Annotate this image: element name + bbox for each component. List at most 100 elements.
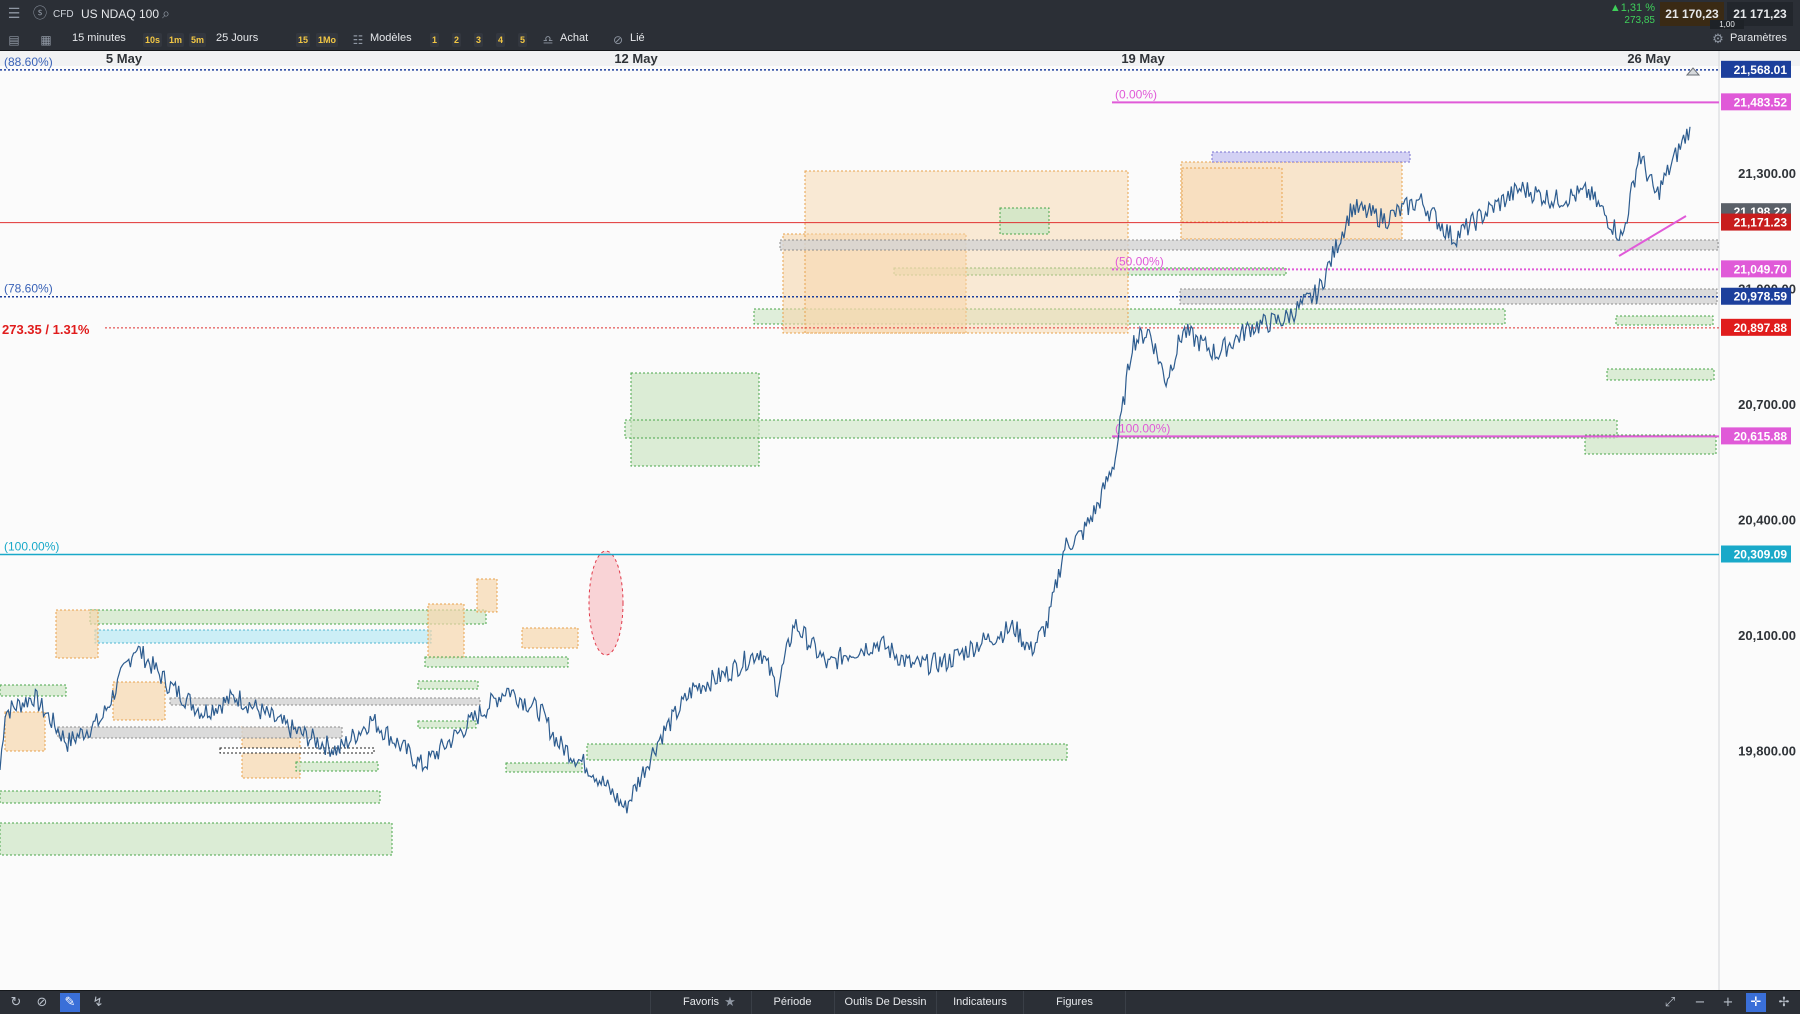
demand-zone[interactable] <box>1606 368 1715 381</box>
instrument-bar: ☰ ⓢ CFD US NDAQ 100 ⌕ ▲1,31 % 273,85 21 … <box>0 0 1800 30</box>
gray-zone[interactable] <box>219 747 375 754</box>
layout-3-button[interactable]: 3 <box>474 33 484 47</box>
buy-price: 21 171,23 <box>1733 7 1787 21</box>
layout-5-button[interactable]: 5 <box>518 33 528 47</box>
refresh-icon[interactable]: ↻ <box>6 993 26 1012</box>
hide-icon[interactable]: ⊘ <box>32 993 52 1012</box>
demand-zone[interactable] <box>586 743 1068 761</box>
demand-zone[interactable] <box>505 762 583 773</box>
tab-indicators[interactable]: Indicateurs <box>937 991 1024 1014</box>
star-icon[interactable]: ★ <box>720 993 740 1012</box>
zoom-out-icon[interactable]: − <box>1690 993 1710 1012</box>
buy-button[interactable]: Achat <box>560 32 588 44</box>
fib-level-label: (100.00%) <box>4 540 59 554</box>
change-annotation: 273.35 / 1.31% <box>2 322 90 337</box>
gray-zone[interactable] <box>57 726 343 739</box>
layout-icon[interactable]: ▦ <box>36 30 56 50</box>
layout-2-button[interactable]: 2 <box>452 33 462 47</box>
demand-zone[interactable] <box>999 207 1050 235</box>
price-axis-tick: 20,400.00 <box>1738 513 1796 528</box>
price-tag: 20,615.88 <box>1734 429 1788 443</box>
price-tag: 21,483.52 <box>1734 95 1788 109</box>
supply-zone[interactable] <box>112 681 166 721</box>
timeframe-1m-button[interactable]: 1m <box>167 33 185 47</box>
expand-icon[interactable]: ⤢ <box>1660 993 1680 1012</box>
bottom-toolbar: ↻ ⊘ ✎ ↯ Favoris ★ Période Outils De Dess… <box>0 990 1800 1014</box>
zoom-in-icon[interactable]: + <box>1718 993 1738 1012</box>
price-tag: 21,568.01 <box>1734 63 1788 77</box>
timeframe-selector[interactable]: 15 minutes <box>72 32 126 44</box>
price-tag: 21,049.70 <box>1734 262 1788 276</box>
supply-zone[interactable] <box>476 578 498 613</box>
period-15-button[interactable]: 15 <box>296 33 311 47</box>
price-tag: 20,897.88 <box>1734 321 1788 335</box>
price-axis-tick: 21,300.00 <box>1738 166 1796 181</box>
date-label-26-may: 26 May <box>1627 51 1671 66</box>
demand-zone[interactable] <box>0 684 67 697</box>
fib-level-label: (100.00%) <box>1115 421 1170 435</box>
date-axis-band <box>0 51 1800 66</box>
supply-zone[interactable] <box>804 170 1129 334</box>
demand-zone[interactable] <box>0 822 393 856</box>
tab-figures[interactable]: Figures <box>1024 991 1126 1014</box>
menu-icon[interactable]: ☰ <box>4 4 24 24</box>
tab-drawing-tools[interactable]: Outils De Dessin <box>835 991 937 1014</box>
linked-button[interactable]: Lié <box>630 32 645 44</box>
fib-level-label: (0.00%) <box>1115 87 1157 101</box>
supply-zone[interactable] <box>1181 167 1283 223</box>
period-selector[interactable]: 25 Jours <box>216 32 258 44</box>
demand-zone[interactable] <box>424 656 569 668</box>
sell-price: 21 170,23 <box>1665 7 1719 21</box>
demand-zone[interactable] <box>295 761 379 772</box>
gray-zone[interactable] <box>779 239 1719 251</box>
highlight-ellipse[interactable] <box>588 550 624 656</box>
timeframe-5m-button[interactable]: 5m <box>189 33 207 47</box>
dollar-circle-icon: ⓢ <box>33 6 47 22</box>
gray-zone[interactable] <box>169 697 481 706</box>
tab-period[interactable]: Période <box>751 991 835 1014</box>
crosshair-icon[interactable]: ✛ <box>1746 993 1766 1012</box>
instrument-type: CFD <box>53 9 74 20</box>
demand-zone[interactable] <box>89 609 487 625</box>
gear-icon: ⚙ <box>1712 32 1724 47</box>
cursor-icon[interactable]: ↯ <box>88 993 108 1012</box>
templates-icon: ☷ <box>352 33 364 47</box>
price-axis-tick: 19,800.00 <box>1738 744 1796 759</box>
price-chart[interactable]: 5 May 12 May 19 May 26 May (88.60%)(78.6… <box>0 51 1800 990</box>
blue-zone[interactable] <box>94 629 432 644</box>
date-label-19-may: 19 May <box>1121 51 1165 66</box>
fit-icon[interactable]: ✢ <box>1774 993 1794 1012</box>
demand-zone[interactable] <box>1584 434 1717 455</box>
layout-4-button[interactable]: 4 <box>496 33 506 47</box>
search-icon[interactable]: ⌕ <box>156 4 176 24</box>
instrument-name[interactable]: US NDAQ 100 <box>81 7 159 21</box>
fib-level-label: (50.00%) <box>1115 254 1164 268</box>
supply-zone[interactable] <box>55 609 99 659</box>
pencil-icon[interactable]: ✎ <box>60 993 80 1012</box>
list-icon[interactable]: ▤ <box>4 30 24 50</box>
period-1mo-button[interactable]: 1Mo <box>316 33 338 47</box>
settings-button[interactable]: Paramètres <box>1730 32 1787 44</box>
supply-zone[interactable] <box>427 603 465 659</box>
demand-zone[interactable] <box>0 790 381 804</box>
price-axis-tick: 20,100.00 <box>1738 628 1796 643</box>
templates-button[interactable]: Modèles <box>370 32 412 44</box>
chart-toolbar: ▤ ▦ 15 minutes 25 Jours ☷ Modèles ♎ Acha… <box>0 29 1800 51</box>
link-icon: ⊘ <box>612 33 624 47</box>
spread-value: 1,00 <box>1710 20 1744 29</box>
date-label-12-may: 12 May <box>614 51 658 66</box>
date-label-5-may: 5 May <box>106 51 143 66</box>
price-tag: 20,978.59 <box>1734 290 1788 304</box>
supply-zone[interactable] <box>4 711 46 752</box>
change-absolute: 273,85 <box>1624 15 1655 26</box>
fib-level-label: (88.60%) <box>4 55 53 69</box>
supply-zone[interactable] <box>1211 151 1411 163</box>
demand-zone[interactable] <box>417 680 479 690</box>
supply-zone[interactable] <box>521 627 579 649</box>
timeframe-10s-button[interactable]: 10s <box>143 33 163 47</box>
layout-1-button[interactable]: 1 <box>430 33 440 47</box>
price-tag: 20,309.09 <box>1734 548 1788 562</box>
price-axis-tick: 20,700.00 <box>1738 397 1796 412</box>
demand-zone[interactable] <box>1615 315 1714 326</box>
fib-level-label: (78.60%) <box>4 282 53 296</box>
